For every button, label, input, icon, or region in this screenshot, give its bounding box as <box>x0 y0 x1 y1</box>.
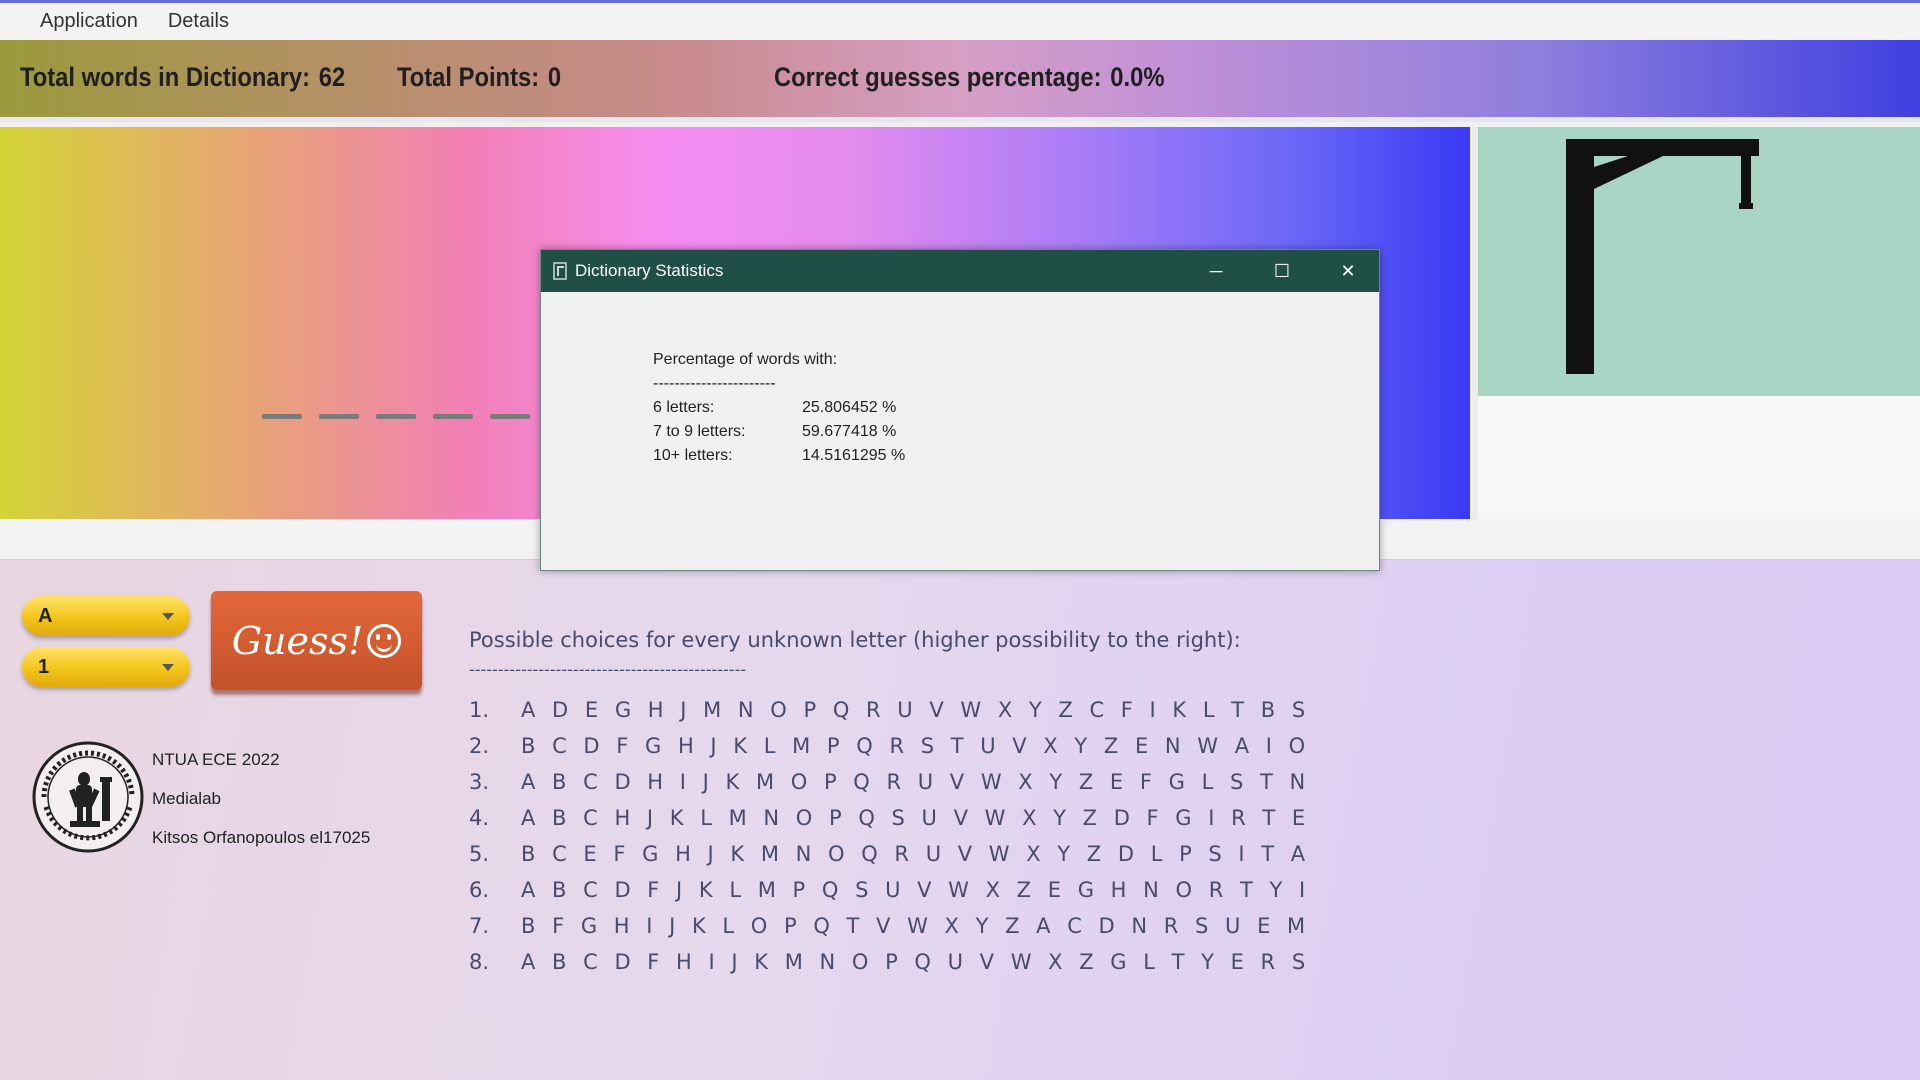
row-number: 4. <box>469 806 490 830</box>
menu-bar: Application Details <box>0 0 1920 40</box>
dictionary-statistics-dialog: Dictionary Statistics ─ ☐ ✕ Percentage o… <box>540 249 1380 571</box>
choice-row: 1. A D E G H J M N O P Q R U V W X Y Z C … <box>469 698 1310 722</box>
dialog-title: Dictionary Statistics <box>575 261 724 280</box>
close-button[interactable]: ✕ <box>1315 250 1381 292</box>
credit-course: Medialab <box>152 789 221 808</box>
maximize-button[interactable]: ☐ <box>1249 250 1315 292</box>
choices-separator: ----------------------------------------… <box>469 660 747 679</box>
app-icon <box>553 262 567 280</box>
total-points-label: Total Points: <box>397 62 540 92</box>
stats-row-value: 25.806452 % <box>802 399 897 416</box>
letter-slot <box>433 414 473 419</box>
stats-row-value: 14.5161295 % <box>802 447 906 464</box>
gallows-image <box>1566 139 1759 374</box>
row-letters: A B C D F J K L M P Q S U V W X Z E G H … <box>521 878 1311 902</box>
row-number: 3. <box>469 770 490 794</box>
total-words-stat: Total words in Dictionary: 62 <box>20 62 345 93</box>
total-words-value: 62 <box>318 62 346 92</box>
hidden-word <box>262 414 530 420</box>
guess-button[interactable]: Guess! <box>211 591 422 690</box>
correct-percent-label: Correct guesses percentage: <box>774 62 1102 92</box>
guess-button-label: Guess! <box>231 618 364 663</box>
choice-row: 5. B C E F G H J K M N O Q R U V W X Y Z … <box>469 842 1310 866</box>
position-select[interactable]: 1 <box>22 647 190 687</box>
row-letters: B C E F G H J K M N O Q R U V W X Y Z D … <box>521 842 1311 866</box>
row-number: 7. <box>469 914 490 938</box>
stats-bar: Total words in Dictionary: 62 Total Point… <box>0 40 1920 122</box>
correct-percent-stat: Correct guesses percentage: 0.0% <box>774 62 1164 93</box>
total-words-label: Total words in Dictionary: <box>20 62 310 92</box>
chevron-down-icon <box>162 613 174 620</box>
hangman-panel-footer <box>1478 396 1920 519</box>
hangman-panel <box>1478 127 1920 396</box>
row-letters: B F G H I J K L O P Q T V W X Y Z A C D … <box>521 914 1311 938</box>
credit-university: NTUA ECE 2022 <box>152 750 280 769</box>
correct-percent-value: 0.0% <box>1110 62 1165 92</box>
letter-slot <box>490 414 530 419</box>
choice-row: 7. B F G H I J K L O P Q T V W X Y Z A C … <box>469 914 1310 938</box>
stats-row-6-letters: 6 letters: 25.806452 % <box>653 396 905 420</box>
stats-row-label: 10+ letters: <box>653 447 733 464</box>
minimize-button[interactable]: ─ <box>1183 250 1249 292</box>
credit-author: Kitsos Orfanopoulos el17025 <box>152 828 371 847</box>
choice-row: 4. A B C H J K L M N O P Q S U V W X Y Z … <box>469 806 1310 830</box>
dialog-body: Percentage of words with: --------------… <box>653 348 905 468</box>
row-letters: A D E G H J M N O P Q R U V W X Y Z C F … <box>521 698 1311 722</box>
choice-row: 3. A B C D H I J K M O P Q R U V W X Y Z … <box>469 770 1310 794</box>
row-letters: A B C D H I J K M O P Q R U V W X Y Z E … <box>521 770 1311 794</box>
ntua-seal-logo <box>32 741 144 853</box>
stats-row-label: 6 letters: <box>653 399 715 416</box>
choices-title: Possible choices for every unknown lette… <box>469 628 1241 652</box>
stats-separator: ----------------------- <box>653 375 776 392</box>
stats-row-value: 59.677418 % <box>802 423 897 440</box>
stats-heading: Percentage of words with: <box>653 351 838 368</box>
choice-row: 8. A B C D F H I J K M N O P Q U V W X Z … <box>469 950 1310 974</box>
menu-application[interactable]: Application <box>25 10 153 33</box>
menu-details[interactable]: Details <box>153 10 244 33</box>
letter-select[interactable]: A <box>22 596 190 636</box>
dialog-titlebar[interactable]: Dictionary Statistics ─ ☐ ✕ <box>541 250 1379 292</box>
row-number: 8. <box>469 950 490 974</box>
row-letters: A B C D F H I J K M N O P Q U V W X Z G … <box>521 950 1311 974</box>
row-number: 6. <box>469 878 490 902</box>
total-points-value: 0 <box>547 62 562 92</box>
stats-row-label: 7 to 9 letters: <box>653 423 746 440</box>
letter-slot <box>319 414 359 419</box>
choice-row: 6. A B C D F J K L M P Q S U V W X Z E G … <box>469 878 1310 902</box>
row-number: 5. <box>469 842 490 866</box>
total-points-stat: Total Points: 0 <box>397 62 561 93</box>
row-letters: A B C H J K L M N O P Q S U V W X Y Z D … <box>521 806 1311 830</box>
letter-select-value: A <box>38 604 53 627</box>
choice-row: 2. B C D F G H J K L M P Q R S T U V X Y … <box>469 734 1310 758</box>
stats-row-7-9-letters: 7 to 9 letters: 59.677418 % <box>653 420 905 444</box>
panel-divider <box>1470 127 1478 519</box>
chevron-down-icon <box>162 664 174 671</box>
letter-slot <box>262 414 302 419</box>
row-letters: B C D F G H J K L M P Q R S T U V X Y Z … <box>521 734 1311 758</box>
row-number: 1. <box>469 698 490 722</box>
row-number: 2. <box>469 734 490 758</box>
stats-row-10-plus-letters: 10+ letters: 14.5161295 % <box>653 444 905 468</box>
letter-slot <box>376 414 416 419</box>
smiley-icon <box>367 623 402 658</box>
position-select-value: 1 <box>38 655 50 678</box>
